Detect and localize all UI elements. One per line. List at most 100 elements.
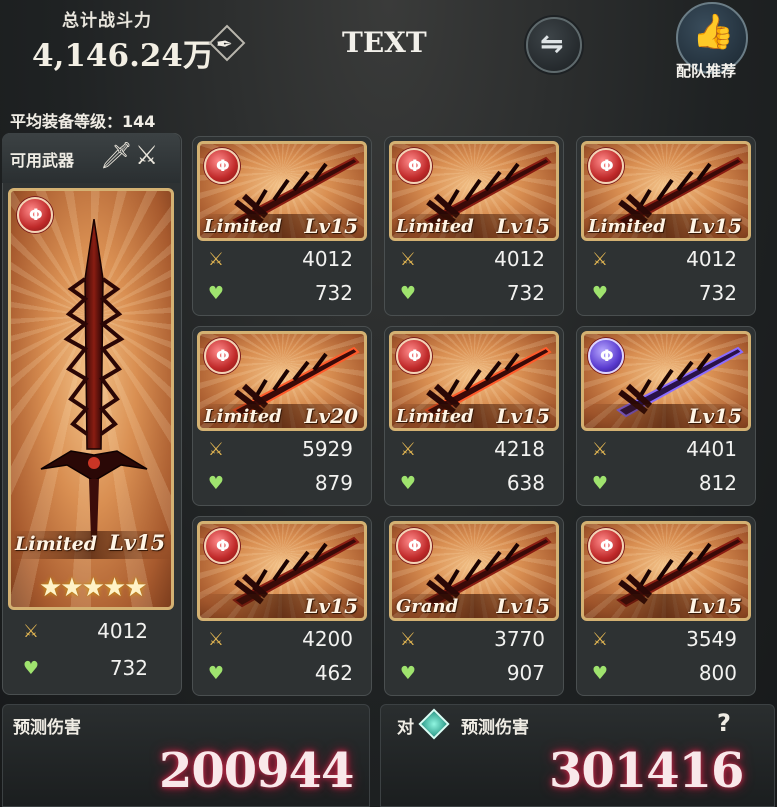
weapon-types-icon: 🗡⚔ bbox=[100, 141, 161, 171]
atk-row: ⚔ 4012 bbox=[205, 244, 355, 274]
heart-icon: ♥ bbox=[22, 657, 40, 679]
total-power-value: 4,146.24万 bbox=[32, 38, 215, 74]
heart-icon: ♥ bbox=[591, 472, 609, 494]
total-power-label: 总计战斗力 bbox=[62, 11, 152, 31]
weapon-level: Lv15 bbox=[496, 594, 550, 618]
weapon-level: Lv15 bbox=[688, 404, 742, 428]
crossed-swords-icon: ⚔ bbox=[207, 438, 225, 460]
weapon-level: Lv15 bbox=[304, 594, 358, 618]
hp-value: 732 bbox=[698, 281, 737, 305]
hp-row: ♥ 732 bbox=[205, 278, 355, 308]
heart-icon: ♥ bbox=[399, 472, 417, 494]
atk-value: 5929 bbox=[302, 437, 353, 461]
weapon-tag: Limited bbox=[204, 216, 282, 237]
weapon-card[interactable]: Lv15 ⚔ 3549 ♥ 800 bbox=[576, 516, 756, 696]
hp-value: 879 bbox=[314, 471, 353, 495]
element-damage-value: 301416 bbox=[549, 743, 744, 799]
weapon-card[interactable]: Limited Lv15 ⚔ 4012 ♥ 732 bbox=[192, 136, 372, 316]
weapon-art: Limited Lv15 bbox=[389, 141, 559, 241]
help-icon[interactable]: ? bbox=[717, 709, 731, 737]
crossed-swords-icon: ⚔ bbox=[207, 628, 225, 650]
crossed-swords-icon: ⚔ bbox=[591, 248, 609, 270]
atk-row: ⚔ 3770 bbox=[397, 624, 547, 654]
weapon-art: Lv15 bbox=[581, 331, 751, 431]
weapon-art: Limited Lv20 bbox=[197, 331, 367, 431]
main-hp-row: ♥ 732 bbox=[20, 653, 150, 683]
crossed-swords-icon: ⚔ bbox=[399, 248, 417, 270]
hp-value: 638 bbox=[506, 471, 545, 495]
hp-value: 907 bbox=[506, 661, 545, 685]
crossed-swords-icon: ⚔ bbox=[22, 620, 40, 642]
weapon-level: Lv15 bbox=[688, 214, 742, 238]
weapon-art: Limited Lv15 bbox=[197, 141, 367, 241]
hp-row: ♥ 638 bbox=[397, 468, 547, 498]
hp-value: 800 bbox=[698, 661, 737, 685]
hp-row: ♥ 907 bbox=[397, 658, 547, 688]
hp-row: ♥ 800 bbox=[589, 658, 739, 688]
swap-icon: ⇋ bbox=[540, 27, 564, 60]
predicted-damage-panel: 预测伤害 200944 bbox=[2, 704, 370, 807]
hp-row: ♥ 879 bbox=[205, 468, 355, 498]
atk-row: ⚔ 4012 bbox=[397, 244, 547, 274]
weapon-card[interactable]: Grand Lv15 ⚔ 3770 ♥ 907 bbox=[384, 516, 564, 696]
atk-value: 4012 bbox=[302, 247, 353, 271]
weapon-art: Grand Lv15 bbox=[389, 521, 559, 621]
available-weapons-label: 可用武器 bbox=[10, 151, 75, 170]
weapon-level: Lv15 bbox=[109, 530, 166, 555]
hp-value: 462 bbox=[314, 661, 353, 685]
atk-value: 4218 bbox=[494, 437, 545, 461]
weapon-level: Lv15 bbox=[496, 404, 550, 428]
hp-value: 812 bbox=[698, 471, 737, 495]
atk-value: 4401 bbox=[686, 437, 737, 461]
atk-value: 3770 bbox=[494, 627, 545, 651]
crossed-swords-icon: ⚔ bbox=[591, 628, 609, 650]
weapon-tag: Limited bbox=[396, 216, 474, 237]
weapon-stars: ★★★★★ bbox=[39, 573, 148, 603]
weapon-level: Lv20 bbox=[304, 404, 358, 428]
weapon-tag: Grand bbox=[396, 596, 459, 617]
weapon-art: Lv15 bbox=[197, 521, 367, 621]
crossed-swords-icon: ⚔ bbox=[207, 248, 225, 270]
vs-prefix: 对 bbox=[397, 718, 414, 738]
atk-row: ⚔ 5929 bbox=[205, 434, 355, 464]
weapon-card[interactable]: Limited Lv15 ⚔ 4012 ♥ 732 bbox=[576, 136, 756, 316]
weapon-level: Lv15 bbox=[304, 214, 358, 238]
predicted-damage-label: 预测伤害 bbox=[13, 718, 81, 738]
weapon-card[interactable]: Limited Lv20 ⚔ 5929 ♥ 879 bbox=[192, 326, 372, 506]
avg-equip-level: 平均装备等级：144 bbox=[10, 112, 156, 131]
weapon-art: Limited Lv15 bbox=[389, 331, 559, 431]
main-atk-row: ⚔ 4012 bbox=[20, 616, 150, 646]
weapon-card[interactable]: Lv15 ⚔ 4401 ♥ 812 bbox=[576, 326, 756, 506]
heart-icon: ♥ bbox=[399, 282, 417, 304]
atk-value: 4012 bbox=[686, 247, 737, 271]
heart-icon: ♥ bbox=[207, 662, 225, 684]
weapon-level: Lv15 bbox=[688, 594, 742, 618]
weapon-sword-art bbox=[40, 219, 148, 539]
atk-row: ⚔ 4200 bbox=[205, 624, 355, 654]
thumbs-up-icon: 👍 bbox=[692, 12, 735, 52]
swap-button[interactable]: ⇋ bbox=[526, 17, 582, 73]
quill-icon: ✒ bbox=[216, 32, 233, 56]
page-title: TEXT bbox=[342, 26, 427, 59]
atk-row: ⚔ 4218 bbox=[397, 434, 547, 464]
atk-value: 4012 bbox=[494, 247, 545, 271]
weapon-tag: Limited bbox=[204, 406, 282, 427]
heart-icon: ♥ bbox=[207, 282, 225, 304]
edit-button[interactable]: ✒ bbox=[204, 24, 252, 62]
atk-value: 4200 bbox=[302, 627, 353, 651]
available-weapons-tab[interactable]: 可用武器 🗡⚔ bbox=[2, 133, 180, 183]
element-damage-panel: 对 预测伤害 ? 301416 bbox=[380, 704, 775, 807]
recommend-team-button[interactable]: 👍 配队推荐 bbox=[672, 2, 754, 84]
weapon-card[interactable]: Limited Lv15 ⚔ 4012 ♥ 732 bbox=[384, 136, 564, 316]
atk-row: ⚔ 3549 bbox=[589, 624, 739, 654]
weapon-tag: Limited bbox=[15, 533, 98, 555]
heart-icon: ♥ bbox=[207, 472, 225, 494]
weapon-tag: Limited bbox=[588, 216, 666, 237]
hp-value: 732 bbox=[506, 281, 545, 305]
main-weapon-card[interactable]: Limited Lv15 ★★★★★ bbox=[8, 188, 174, 610]
weapon-card[interactable]: Limited Lv15 ⚔ 4218 ♥ 638 bbox=[384, 326, 564, 506]
weapon-card[interactable]: Lv15 ⚔ 4200 ♥ 462 bbox=[192, 516, 372, 696]
weapon-art: Lv15 bbox=[581, 521, 751, 621]
hp-row: ♥ 462 bbox=[205, 658, 355, 688]
crossed-swords-icon: ⚔ bbox=[591, 438, 609, 460]
